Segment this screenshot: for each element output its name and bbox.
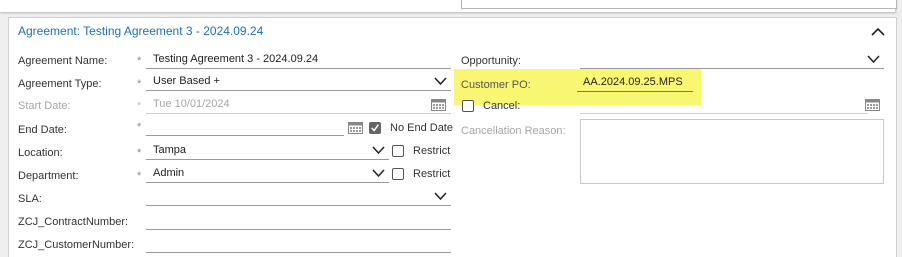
agreement-type-label: Agreement Type: — [18, 78, 102, 90]
checkmark-icon — [371, 124, 379, 132]
chevron-up-icon[interactable] — [869, 23, 887, 41]
panel-title: Agreement: Testing Agreement 3 - 2024.09… — [18, 24, 264, 38]
end-date-field[interactable] — [146, 119, 344, 136]
required-marker: * — [137, 55, 142, 67]
department-restrict-checkbox[interactable] — [392, 168, 404, 180]
cancel-checkbox[interactable] — [462, 100, 474, 112]
cancellation-reason-label: Cancellation Reason: — [461, 125, 566, 137]
agreement-name-label: Agreement Name: — [18, 55, 108, 67]
customer-po-value: AA.2024.09.25.MPS — [583, 76, 683, 88]
sla-label: SLA: — [18, 193, 42, 205]
no-end-date-checkbox[interactable] — [369, 122, 381, 134]
chevron-down-icon — [372, 169, 385, 178]
chevron-down-icon — [867, 55, 880, 64]
department-value: Admin — [153, 167, 185, 179]
customer-po-field[interactable]: AA.2024.09.25.MPS — [577, 75, 693, 92]
required-marker: * — [137, 100, 142, 112]
cancel-label: Cancel: — [483, 100, 521, 112]
opportunity-select[interactable] — [580, 52, 884, 69]
previous-section-textarea[interactable] — [461, 0, 897, 9]
required-marker: * — [137, 170, 142, 182]
calendar-icon[interactable] — [865, 98, 880, 111]
customer-number-label: ZCJ_CustomerNumber: — [18, 239, 135, 251]
location-select[interactable]: Tampa — [146, 143, 389, 160]
location-value: Tampa — [153, 144, 187, 156]
sla-select[interactable] — [146, 189, 451, 206]
required-marker: * — [137, 121, 142, 133]
location-restrict-label: Restrict — [413, 145, 451, 157]
contract-number-field[interactable] — [146, 213, 451, 230]
location-restrict-checkbox[interactable] — [392, 145, 404, 157]
agreement-name-field[interactable]: Testing Agreement 3 - 2024.09.24 — [146, 52, 451, 69]
required-marker: * — [137, 78, 142, 90]
agreement-name-value: Testing Agreement 3 - 2024.09.24 — [153, 53, 319, 65]
customer-number-field[interactable] — [146, 236, 451, 253]
department-label: Department: — [18, 170, 79, 182]
department-restrict-label: Restrict — [413, 168, 451, 180]
agreement-type-value: User Based + — [153, 75, 220, 87]
agreement-panel: Agreement: Testing Agreement 3 - 2024.09… — [8, 17, 897, 257]
required-marker: * — [137, 147, 142, 159]
customer-po-label: Customer PO: — [461, 79, 531, 91]
end-date-label: End Date: — [18, 124, 67, 136]
chevron-down-icon — [372, 146, 385, 155]
location-label: Location: — [18, 147, 63, 159]
cancel-date-field[interactable] — [580, 97, 868, 114]
start-date-value: Tue 10/01/2024 — [153, 98, 230, 110]
chevron-down-icon — [434, 77, 447, 86]
no-end-date-label: No End Date — [390, 122, 453, 134]
chevron-down-icon — [434, 192, 447, 201]
previous-section-strip — [0, 0, 897, 12]
agreement-type-select[interactable]: User Based + — [146, 74, 451, 91]
contract-number-label: ZCJ_ContractNumber: — [18, 216, 129, 228]
calendar-icon[interactable] — [431, 98, 446, 111]
calendar-icon[interactable] — [348, 121, 363, 134]
start-date-label: Start Date: — [18, 100, 71, 112]
cancellation-reason-textarea[interactable] — [580, 119, 884, 184]
department-select[interactable]: Admin — [146, 166, 389, 183]
start-date-field[interactable]: Tue 10/01/2024 — [146, 97, 451, 114]
opportunity-label: Opportunity: — [461, 55, 521, 67]
